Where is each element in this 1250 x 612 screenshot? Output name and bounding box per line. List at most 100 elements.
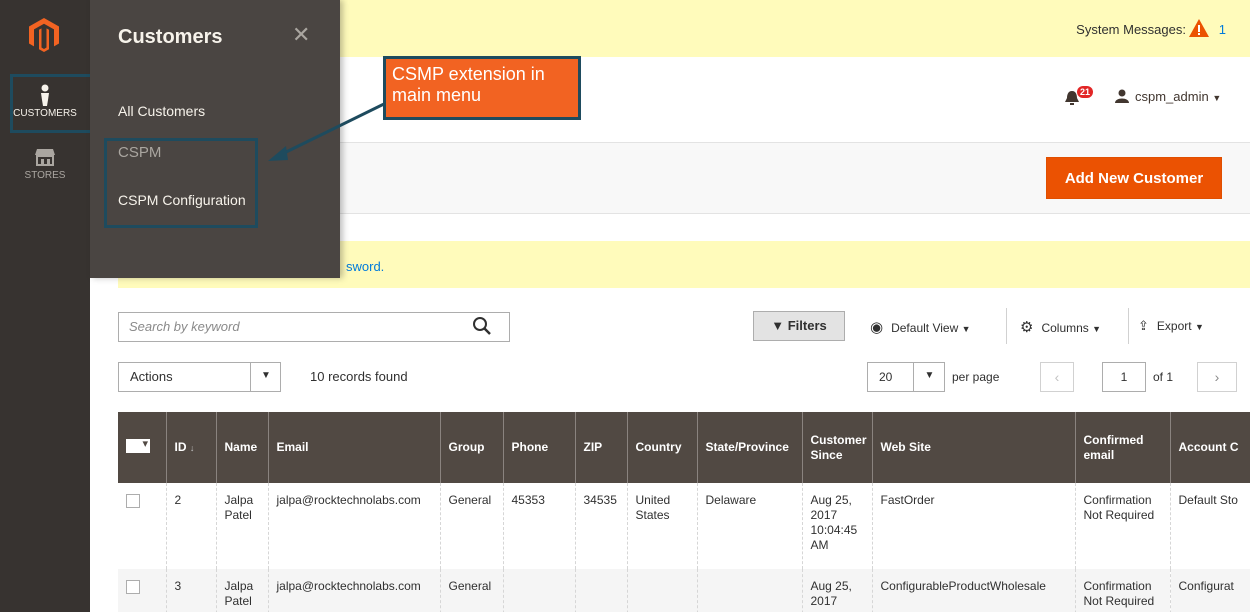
magento-logo-icon[interactable] xyxy=(29,18,59,52)
columns-dropdown[interactable]: ⚙ Columns ▼ xyxy=(1020,318,1101,336)
row-select-cell xyxy=(118,569,166,612)
submenu-title: Customers xyxy=(118,26,223,48)
chevron-down-icon: ▼ xyxy=(1194,322,1204,332)
table-row[interactable]: 2 Jalpa Patel jalpa@rocktechnolabs.com G… xyxy=(118,483,1250,569)
store-icon xyxy=(35,149,55,166)
export-label: Export xyxy=(1156,319,1192,333)
table-cell: Jalpa Patel xyxy=(215,483,268,569)
page-number-input[interactable]: 1 xyxy=(1102,362,1146,392)
table-cell: jalpa@rocktechnolabs.com xyxy=(267,483,440,569)
per-page-value: 20 xyxy=(879,370,893,384)
default-view-dropdown[interactable]: ◉ Default View ▼ xyxy=(870,318,971,336)
table-cell xyxy=(574,569,627,612)
nav-item-label: STORES xyxy=(24,170,66,181)
eye-icon: ◉ xyxy=(870,319,884,336)
column-header-website[interactable]: Web Site xyxy=(871,412,1075,483)
table-cell: FastOrder xyxy=(871,483,1075,569)
table-cell xyxy=(626,569,697,612)
annotation-callout: CSMP extension in main menu xyxy=(383,56,581,120)
column-header-name[interactable]: Name xyxy=(215,412,268,483)
chevron-down-icon[interactable]: ▼ xyxy=(913,362,945,392)
column-header-phone[interactable]: Phone xyxy=(502,412,575,483)
filters-button[interactable]: ▼ Filters xyxy=(753,311,845,341)
system-messages-label[interactable]: System Messages: xyxy=(1076,22,1186,37)
nav-item-stores[interactable]: STORES xyxy=(0,146,90,181)
chevron-down-icon[interactable]: ▼ xyxy=(250,362,281,392)
table-cell: Aug 25, 2017 10:04:45 AM xyxy=(801,483,872,569)
funnel-icon: ▼ xyxy=(771,318,785,333)
column-header-customer-since[interactable]: Customer Since xyxy=(801,412,872,483)
column-header-id[interactable]: ID ↓ xyxy=(165,412,216,483)
page-total: of 1 xyxy=(1153,370,1174,384)
row-checkbox[interactable] xyxy=(126,580,140,594)
table-cell: General xyxy=(439,569,503,612)
toolbar-divider xyxy=(1006,308,1007,344)
submenu-item-all-customers[interactable]: All Customers xyxy=(118,103,205,119)
customers-nav-highlight xyxy=(10,74,93,133)
table-cell: jalpa@rocktechnolabs.com xyxy=(267,569,440,612)
table-cell: 34535 xyxy=(574,483,627,569)
chevron-right-icon: › xyxy=(1214,369,1220,385)
warning-icon[interactable] xyxy=(1188,18,1210,38)
user-icon xyxy=(1115,89,1129,103)
close-icon[interactable]: ✕ xyxy=(292,22,310,48)
records-count: 10 records found xyxy=(310,369,408,384)
columns-label: Columns xyxy=(1041,321,1089,335)
previous-page-button[interactable]: ‹ xyxy=(1040,362,1074,392)
search-placeholder: Search by keyword xyxy=(129,319,240,334)
column-header-label: ID xyxy=(174,439,187,454)
table-cell: Confirmation Not Required xyxy=(1074,569,1170,612)
column-header-account[interactable]: Account C xyxy=(1169,412,1250,483)
column-header-zip[interactable]: ZIP xyxy=(574,412,627,483)
per-page-label: per page xyxy=(952,370,1000,384)
user-name: cspm_admin xyxy=(1135,89,1209,104)
add-new-customer-button[interactable]: Add New Customer xyxy=(1046,157,1222,199)
system-messages-count[interactable]: 1 xyxy=(1219,22,1226,37)
table-cell: Confirmation Not Required xyxy=(1074,483,1170,569)
column-header-email[interactable]: Email xyxy=(267,412,440,483)
table-cell: Configurat xyxy=(1169,569,1250,612)
chevron-down-icon: ▼ xyxy=(1092,324,1102,334)
grid-header-row: ID ↓ Name Email Group Phone ZIP Country … xyxy=(118,412,1250,483)
mass-select-header[interactable] xyxy=(118,412,166,483)
table-cell: ConfigurableProductWholesale xyxy=(871,569,1075,612)
export-dropdown[interactable]: ⇪ Export ▼ xyxy=(1138,318,1204,334)
table-cell: 3 xyxy=(165,569,216,612)
column-header-country[interactable]: Country xyxy=(626,412,697,483)
gear-icon: ⚙ xyxy=(1020,319,1034,336)
notice-link[interactable]: sword. xyxy=(346,259,384,274)
column-header-state[interactable]: State/Province xyxy=(696,412,802,483)
column-header-confirmed-email[interactable]: Confirmed email xyxy=(1074,412,1170,483)
table-cell: 45353 xyxy=(502,483,575,569)
sort-arrow-icon: ↓ xyxy=(189,442,195,453)
actions-label: Actions xyxy=(130,369,173,384)
chevron-down-icon: ▼ xyxy=(1212,93,1222,103)
notifications-badge[interactable]: 21 xyxy=(1077,86,1094,98)
next-page-button[interactable]: › xyxy=(1197,362,1237,392)
table-cell xyxy=(696,569,802,612)
table-row[interactable]: 3 Jalpa Patel jalpa@rocktechnolabs.com G… xyxy=(118,569,1250,612)
column-header-group[interactable]: Group xyxy=(439,412,503,483)
table-cell: General xyxy=(439,483,503,569)
search-icon[interactable] xyxy=(472,316,492,336)
annotation-arrow-icon xyxy=(268,102,385,161)
table-cell: United States xyxy=(626,483,697,569)
cspm-highlight-box xyxy=(104,138,258,228)
table-cell xyxy=(502,569,575,612)
export-icon: ⇪ xyxy=(1138,318,1149,333)
user-menu[interactable]: cspm_admin ▼ xyxy=(1115,89,1221,104)
customers-grid: ID ↓ Name Email Group Phone ZIP Country … xyxy=(118,412,1250,612)
toolbar-divider xyxy=(1128,308,1129,344)
table-cell: Default Sto xyxy=(1169,483,1250,569)
row-select-cell xyxy=(118,483,166,569)
default-view-label: Default View xyxy=(891,321,959,335)
filters-label: Filters xyxy=(787,318,827,333)
chevron-down-icon: ▼ xyxy=(961,324,971,334)
table-cell: Jalpa Patel xyxy=(215,569,268,612)
table-cell: 2 xyxy=(165,483,216,569)
table-cell: Aug 25, 2017 xyxy=(801,569,872,612)
table-cell: Delaware xyxy=(696,483,802,569)
row-checkbox[interactable] xyxy=(126,494,140,508)
mass-select-checkbox[interactable] xyxy=(126,437,150,453)
chevron-left-icon: ‹ xyxy=(1054,369,1060,385)
